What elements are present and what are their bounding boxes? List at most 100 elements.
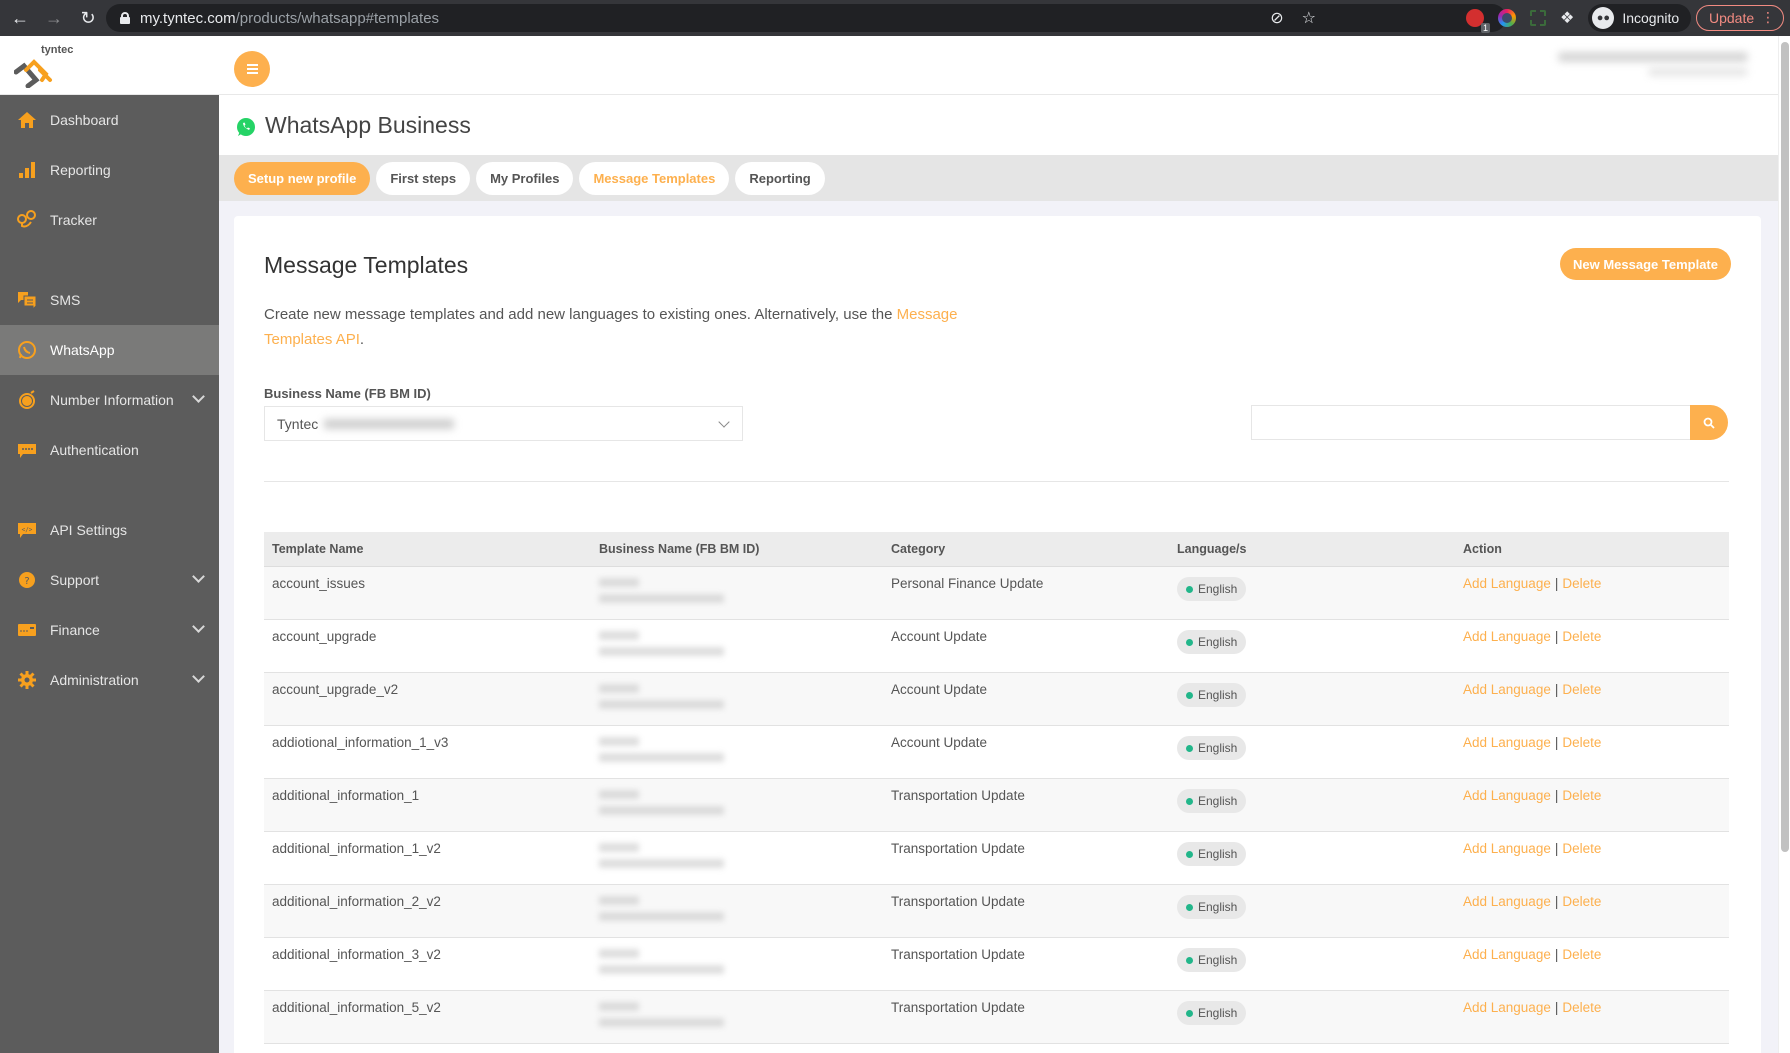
menu-toggle-button[interactable] bbox=[234, 51, 270, 87]
template-name: account_issues bbox=[272, 576, 366, 591]
actions-cell: Add Language | Delete bbox=[1463, 991, 1729, 1015]
add-language-link[interactable]: Add Language bbox=[1463, 788, 1551, 803]
table-row: account_issues Personal Finance Update E… bbox=[264, 567, 1729, 620]
column-header-template-name[interactable]: Template Name bbox=[264, 542, 599, 556]
tyntec-logo[interactable]: tyntec bbox=[14, 44, 84, 90]
back-button[interactable]: ← bbox=[6, 4, 34, 32]
template-name: additional_information_2_v2 bbox=[272, 894, 441, 909]
sidebar-item-label: Number Information bbox=[50, 392, 174, 408]
delete-link[interactable]: Delete bbox=[1562, 682, 1601, 697]
language-badge[interactable]: English bbox=[1177, 948, 1247, 972]
redacted-business-name bbox=[599, 735, 891, 775]
languages-cell: English bbox=[1177, 991, 1463, 1025]
forward-button[interactable]: → bbox=[40, 4, 68, 32]
business-name-cell bbox=[599, 726, 891, 775]
sidebar-item-administration[interactable]: Administration bbox=[0, 655, 219, 705]
incognito-profile[interactable]: ●● Incognito bbox=[1588, 4, 1692, 32]
actions-cell: Add Language | Delete bbox=[1463, 779, 1729, 803]
search-button[interactable] bbox=[1690, 405, 1728, 440]
language-badge[interactable]: English bbox=[1177, 577, 1247, 601]
address-bar[interactable]: my.tyntec.com/products/whatsapp#template… bbox=[106, 4, 1506, 32]
delete-link[interactable]: Delete bbox=[1562, 841, 1601, 856]
sidebar-item-finance[interactable]: Finance bbox=[0, 605, 219, 655]
language-badge[interactable]: English bbox=[1177, 789, 1247, 813]
business-name-cell bbox=[599, 938, 891, 987]
template-name: additional_information_1 bbox=[272, 788, 420, 803]
sidebar-item-dashboard[interactable]: Dashboard bbox=[0, 95, 219, 145]
redacted-business-name bbox=[599, 894, 891, 934]
actions-cell: Add Language | Delete bbox=[1463, 620, 1729, 644]
tab-first-steps[interactable]: First steps bbox=[376, 161, 471, 195]
action-separator: | bbox=[1554, 894, 1559, 909]
sidebar-item-support[interactable]: ? Support bbox=[0, 555, 219, 605]
language-badge[interactable]: English bbox=[1177, 736, 1247, 760]
extensions-puzzle-icon[interactable]: ❖ bbox=[1560, 8, 1574, 28]
incognito-icon: ●● bbox=[1592, 7, 1615, 29]
logo-text: tyntec bbox=[41, 44, 74, 56]
tab-reporting[interactable]: Reporting bbox=[735, 161, 825, 195]
language-badge[interactable]: English bbox=[1177, 842, 1247, 866]
business-name-select[interactable]: Tyntec bbox=[264, 406, 743, 441]
extension-color-icon[interactable] bbox=[1498, 9, 1516, 27]
language-badge[interactable]: English bbox=[1177, 630, 1247, 654]
tab-message-templates[interactable]: Message Templates bbox=[579, 161, 730, 195]
user-account-info[interactable] bbox=[1558, 50, 1748, 82]
add-language-link[interactable]: Add Language bbox=[1463, 629, 1551, 644]
column-header-category[interactable]: Category bbox=[891, 542, 1177, 556]
bookmark-star-icon[interactable]: ☆ bbox=[1302, 8, 1316, 28]
column-header-languages[interactable]: Language/s bbox=[1177, 542, 1463, 556]
status-dot-icon bbox=[1186, 744, 1193, 752]
status-dot-icon bbox=[1186, 850, 1193, 858]
language-badge[interactable]: English bbox=[1177, 895, 1247, 919]
bar-chart-icon bbox=[16, 159, 38, 181]
update-button[interactable]: Update ⋮ bbox=[1696, 5, 1784, 31]
delete-link[interactable]: Delete bbox=[1562, 629, 1601, 644]
extension-screenshot-icon[interactable] bbox=[1530, 10, 1546, 26]
chat-bubbles-icon bbox=[16, 289, 38, 311]
page-scrollbar[interactable] bbox=[1778, 36, 1790, 1053]
add-language-link[interactable]: Add Language bbox=[1463, 1000, 1551, 1015]
tabs-bar: Setup new profile First steps My Profile… bbox=[219, 155, 1778, 201]
tab-setup-new-profile[interactable]: Setup new profile bbox=[234, 161, 371, 195]
delete-link[interactable]: Delete bbox=[1562, 576, 1601, 591]
add-language-link[interactable]: Add Language bbox=[1463, 735, 1551, 750]
category: Account Update bbox=[891, 682, 988, 697]
template-name: account_upgrade bbox=[272, 629, 377, 644]
languages-cell: English bbox=[1177, 832, 1463, 866]
extension-blocker-icon[interactable]: 1 bbox=[1466, 9, 1490, 33]
delete-link[interactable]: Delete bbox=[1562, 894, 1601, 909]
sidebar-item-sms[interactable]: SMS bbox=[0, 275, 219, 325]
scrollbar-thumb[interactable] bbox=[1781, 42, 1789, 852]
eye-off-icon[interactable]: ⊘ bbox=[1270, 8, 1283, 28]
delete-link[interactable]: Delete bbox=[1562, 788, 1601, 803]
new-message-template-button[interactable]: New Message Template bbox=[1560, 248, 1731, 280]
reload-button[interactable]: ↻ bbox=[74, 4, 102, 32]
language-badge[interactable]: English bbox=[1177, 1001, 1247, 1025]
add-language-link[interactable]: Add Language bbox=[1463, 947, 1551, 962]
sidebar-item-authentication[interactable]: Authentication bbox=[0, 425, 219, 475]
languages-cell: English bbox=[1177, 885, 1463, 919]
sidebar-item-api-settings[interactable]: </> API Settings bbox=[0, 505, 219, 555]
actions-cell: Add Language | Delete bbox=[1463, 726, 1729, 750]
column-header-business-name[interactable]: Business Name (FB BM ID) bbox=[599, 542, 891, 556]
add-language-link[interactable]: Add Language bbox=[1463, 576, 1551, 591]
language-badge[interactable]: English bbox=[1177, 683, 1247, 707]
action-separator: | bbox=[1554, 947, 1559, 962]
sidebar-item-reporting[interactable]: Reporting bbox=[0, 145, 219, 195]
search-input[interactable] bbox=[1251, 405, 1691, 440]
sidebar-item-number-information[interactable]: Number Information bbox=[0, 375, 219, 425]
tab-my-profiles[interactable]: My Profiles bbox=[476, 161, 574, 195]
status-dot-icon bbox=[1186, 903, 1193, 911]
add-language-link[interactable]: Add Language bbox=[1463, 841, 1551, 856]
add-language-link[interactable]: Add Language bbox=[1463, 894, 1551, 909]
delete-link[interactable]: Delete bbox=[1562, 1000, 1601, 1015]
delete-link[interactable]: Delete bbox=[1562, 735, 1601, 750]
add-language-link[interactable]: Add Language bbox=[1463, 682, 1551, 697]
sidebar-item-label: SMS bbox=[50, 292, 81, 308]
divider bbox=[264, 481, 1729, 482]
sidebar-item-whatsapp[interactable]: WhatsApp bbox=[0, 325, 219, 375]
language-label: English bbox=[1198, 900, 1238, 914]
delete-link[interactable]: Delete bbox=[1562, 947, 1601, 962]
status-dot-icon bbox=[1186, 956, 1193, 964]
sidebar-item-tracker[interactable]: Tracker bbox=[0, 195, 219, 245]
